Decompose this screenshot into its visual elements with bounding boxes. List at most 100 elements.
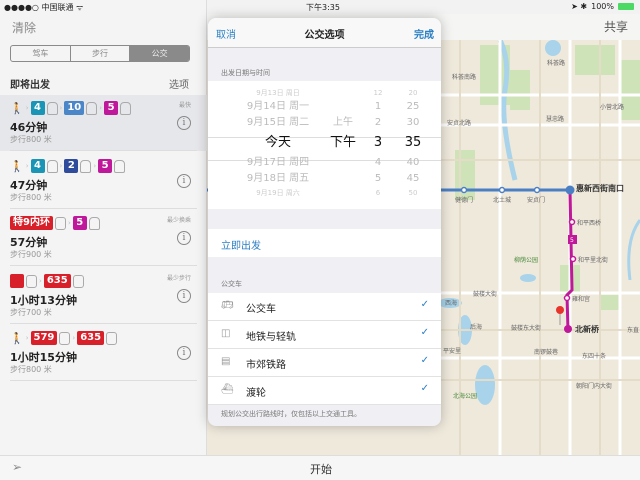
route-duration: 47分钟 — [10, 179, 48, 192]
subway-icon — [46, 159, 58, 173]
subway-icon — [46, 101, 58, 115]
route-row[interactable]: 🚶 › 4 › 10 › 5 46分钟 步行800 米最快 i — [0, 95, 207, 151]
picker-item[interactable]: 9月19日 周六 — [228, 187, 328, 199]
line-badge: 5 — [72, 216, 87, 230]
picker-item[interactable]: 30 — [398, 115, 428, 131]
picker-item[interactable]: 12 — [363, 87, 393, 99]
map-label: 东四十条 — [582, 352, 606, 360]
date-section-header: 出发日期与时间 — [221, 69, 270, 77]
subway-icon — [86, 101, 98, 115]
done-button[interactable]: 完成 — [414, 26, 434, 41]
chevron-right-icon: › — [59, 104, 63, 112]
transit-mode-row[interactable]: ▤ 市郊铁路 ✓ — [208, 349, 441, 377]
picker-item[interactable]: 5 — [363, 171, 393, 187]
transit-mode-label: 市郊铁路 — [246, 360, 286, 371]
picker-date-column[interactable]: 9月13日 周日 9月14日 周一 9月15日 周二 今天 9月17日 周四 9月18日 … — [228, 81, 328, 209]
picker-item[interactable]: 25 — [398, 99, 428, 115]
map-label: 和平里北街 — [578, 256, 608, 264]
popover-title: 公交选项 — [304, 30, 345, 41]
clock: 下午3:35 — [306, 3, 340, 12]
picker-item[interactable]: 9月17日 周四 — [228, 155, 328, 171]
options-button[interactable]: 选项 — [169, 76, 189, 91]
picker-item[interactable]: 6 — [363, 187, 393, 199]
route-legs: › 635 — [10, 274, 84, 288]
line-badge: 579 — [30, 331, 58, 345]
picker-item[interactable] — [323, 87, 363, 99]
start-button[interactable]: 开始 — [310, 461, 332, 477]
picker-item[interactable]: 40 — [398, 155, 428, 171]
route-legs: 特9内环 › 5 — [10, 216, 100, 230]
segment-walk[interactable]: 步行 — [71, 46, 131, 61]
route-duration: 57分钟 — [10, 236, 48, 249]
picker-item[interactable]: 9月15日 周二 — [228, 115, 328, 131]
picker-item[interactable] — [323, 99, 363, 115]
leave-now-button[interactable]: 立即出发 — [208, 229, 441, 257]
chevron-right-icon: › — [25, 104, 29, 112]
transport-segmented-control: 驾车 步行 公交 — [10, 45, 190, 62]
transit-mode-row[interactable]: 🚌︎ 公交车 ✓ — [208, 293, 441, 321]
picker-minute-column[interactable]: 20 25 30 35 40 45 50 — [398, 81, 428, 209]
subway-icon — [80, 159, 92, 173]
picker-item[interactable]: 45 — [398, 171, 428, 187]
subway-icon — [120, 101, 132, 115]
picker-item: 3 — [373, 135, 383, 150]
picker-item[interactable]: 1 — [363, 99, 393, 115]
subway-icon: ◫ — [221, 328, 231, 339]
map-label: 北新桥 — [575, 324, 600, 334]
picker-item[interactable]: 2 — [363, 115, 393, 131]
divider — [10, 150, 197, 151]
route-row[interactable]: 🚶 › 579 › 635 1小时15分钟 步行800 米i — [0, 325, 207, 381]
status-bar: ●●●●○ 中国联通 ᯤ 下午3:35 ➤ ✱ 100% — [0, 0, 640, 14]
segment-drive[interactable]: 驾车 — [11, 46, 71, 61]
picker-item[interactable] — [323, 155, 363, 171]
info-icon[interactable]: i — [177, 231, 191, 245]
route-row[interactable]: 🚶 › 4 › 2 › 5 47分钟 步行800 米i — [0, 153, 207, 209]
route-walk-distance: 步行700 米 — [10, 308, 52, 317]
picker-item[interactable]: 50 — [398, 187, 428, 199]
picker-item[interactable]: 上午 — [323, 115, 363, 131]
info-icon[interactable]: i — [177, 289, 191, 303]
walk-icon: 🚶 — [10, 101, 24, 115]
chevron-right-icon: › — [67, 219, 71, 227]
bus-icon — [59, 331, 71, 345]
picker-item[interactable] — [323, 171, 363, 187]
picker-ampm-column[interactable]: 上午 下午 — [323, 81, 363, 209]
picker-item[interactable]: 9月18日 周五 — [228, 171, 328, 187]
clear-button[interactable]: 清除 — [12, 19, 36, 36]
transit-mode-label: 公交车 — [246, 304, 276, 315]
transit-mode-list: 🚌︎ 公交车 ✓ ◫ 地铁与轻轨 ✓ ▤ 市郊铁路 ✓ ⛴ 渡轮 ✓ — [208, 293, 441, 405]
line-badge: 4 — [30, 159, 45, 173]
info-icon[interactable]: i — [177, 346, 191, 360]
route-row[interactable]: 特9内环 › 5 57分钟 步行900 米 最少换乘 i — [0, 210, 207, 266]
location-arrow-icon[interactable]: ➢ — [12, 460, 22, 474]
info-icon[interactable]: i — [177, 174, 191, 188]
picker-item[interactable]: 20 — [398, 87, 428, 99]
segment-transit[interactable]: 公交 — [130, 46, 189, 61]
map-label: 鼓楼东大街 — [511, 324, 541, 332]
picker-item[interactable]: 9月14日 周一 — [228, 99, 328, 115]
share-button[interactable]: 共享 — [604, 18, 628, 35]
info-icon[interactable]: i — [177, 116, 191, 130]
date-time-picker[interactable]: 9月13日 周日 9月14日 周一 9月15日 周二 今天 9月17日 周四 9月18日 … — [208, 81, 441, 209]
route-row[interactable]: › 635 1小时13分钟 步行700 米 最少步行 i — [0, 268, 207, 324]
divider — [10, 323, 197, 324]
line-badge: 5 — [104, 101, 119, 115]
divider — [10, 265, 197, 266]
location-bluetooth-icon: ➤ ✱ — [571, 2, 588, 11]
map-label: 朝阳门内大街 — [576, 382, 612, 390]
divider — [10, 208, 197, 209]
route-duration: 1小时13分钟 — [10, 294, 77, 307]
map-label: 柳荫公园 — [514, 256, 538, 264]
checkmark-icon: ✓ — [420, 327, 429, 338]
picker-hour-column[interactable]: 12 1 2 3 4 5 6 — [363, 81, 393, 209]
picker-item[interactable]: 9月13日 周日 — [228, 87, 328, 99]
bus-section-header: 公交车 — [221, 280, 242, 288]
transit-mode-row[interactable]: ⛴ 渡轮 ✓ — [208, 377, 441, 405]
picker-item[interactable]: 4 — [363, 155, 393, 171]
transit-mode-row[interactable]: ◫ 地铁与轻轨 ✓ — [208, 321, 441, 349]
route-legs: 🚶 › 4 › 10 › 5 — [10, 101, 132, 115]
picker-item: 下午 — [329, 135, 356, 150]
line-badge: 2 — [64, 159, 79, 173]
picker-item[interactable] — [323, 187, 363, 199]
divider — [10, 380, 197, 381]
